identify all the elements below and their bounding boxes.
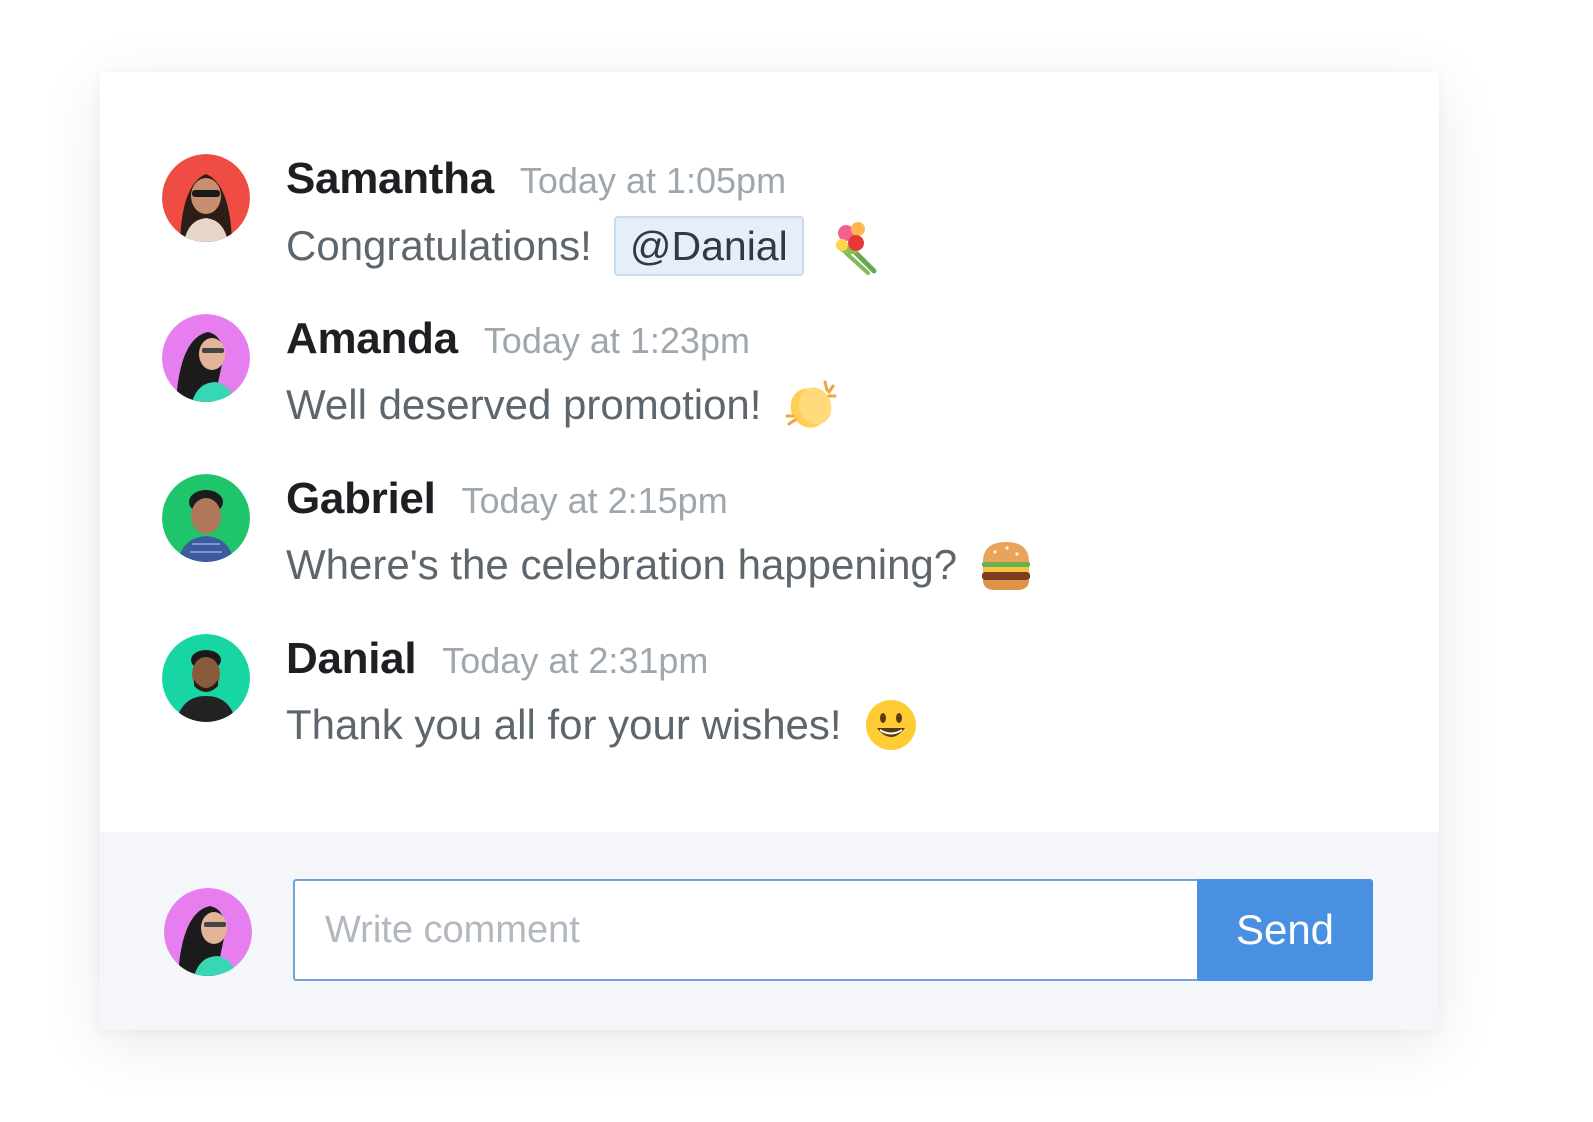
message-item: Samantha Today at 1:05pm Congratulations!… (162, 154, 1399, 294)
user-mention[interactable]: @Danial (613, 216, 804, 276)
author-name[interactable]: Danial (286, 634, 417, 683)
hamburger-icon (977, 536, 1035, 594)
message-text-row: Thank you all for your wishes! (286, 696, 920, 754)
bouquet-icon (824, 217, 882, 275)
timestamp: Today at 2:15pm (461, 480, 728, 521)
avatar[interactable] (162, 474, 250, 562)
message-list: Samantha Today at 1:05pm Congratulations!… (100, 72, 1439, 832)
message-header: Danial Today at 2:31pm (286, 634, 708, 684)
message-text: Thank you all for your wishes! (286, 701, 842, 748)
avatar[interactable] (162, 154, 250, 242)
message-item: Gabriel Today at 2:15pm Where's the celeb… (162, 474, 1399, 614)
message-header: Samantha Today at 1:05pm (286, 154, 786, 204)
message-text-row: Where's the celebration happening? (286, 536, 1035, 594)
message-text: Congratulations! (286, 222, 592, 269)
message-text-row: Well deserved promotion! (286, 376, 839, 434)
message-text-row: Congratulations! @Danial (286, 216, 882, 276)
avatar[interactable] (162, 314, 250, 402)
timestamp: Today at 2:31pm (442, 640, 709, 681)
message-item: Danial Today at 2:31pm Thank you all for … (162, 634, 1399, 774)
message-text: Well deserved promotion! (286, 381, 762, 428)
avatar[interactable] (162, 634, 250, 722)
current-user-avatar[interactable] (164, 888, 252, 976)
clapping-hands-icon (781, 376, 839, 434)
message-header: Gabriel Today at 2:15pm (286, 474, 728, 524)
author-name[interactable]: Samantha (286, 154, 494, 203)
comment-input[interactable] (293, 879, 1215, 981)
timestamp: Today at 1:05pm (519, 160, 787, 201)
message-text: Where's the celebration happening? (286, 541, 958, 588)
message-header: Amanda Today at 1:23pm (286, 314, 750, 364)
timestamp: Today at 1:23pm (483, 320, 750, 361)
author-name[interactable]: Amanda (286, 314, 458, 363)
smiley-icon (862, 696, 920, 754)
comments-card: Samantha Today at 1:05pm Congratulations!… (100, 72, 1439, 1030)
message-item: Amanda Today at 1:23pm Well deserved prom… (162, 314, 1399, 454)
author-name[interactable]: Gabriel (286, 474, 436, 523)
send-button[interactable]: Send (1197, 879, 1373, 981)
comment-composer: Send (100, 832, 1439, 1030)
